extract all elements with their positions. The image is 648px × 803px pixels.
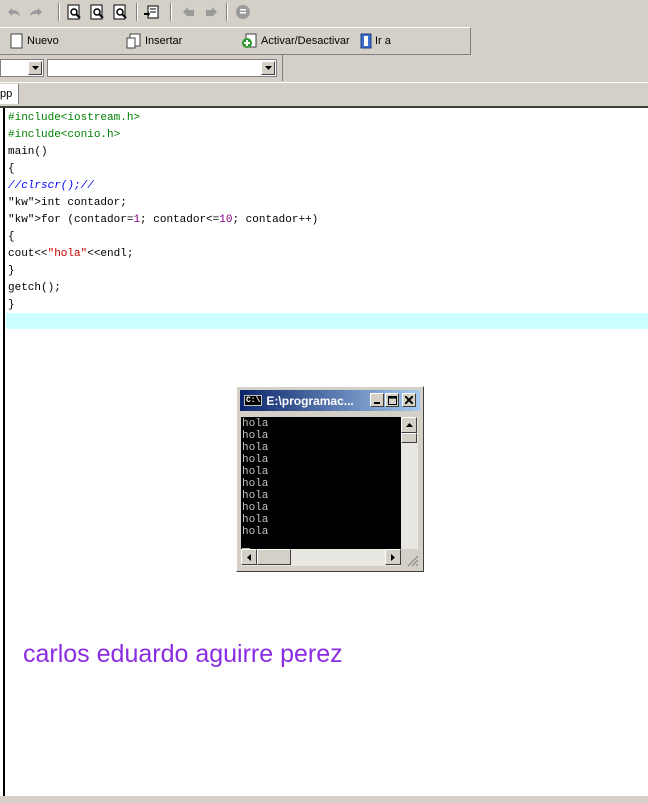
toolbar-separator xyxy=(226,3,228,21)
class-toolbar xyxy=(0,55,283,81)
code-line: "kw">for (contador=1; contador<=10; cont… xyxy=(8,214,319,226)
zoom-in-icon[interactable] xyxy=(87,3,107,21)
toggle-bookmark-icon xyxy=(242,33,257,48)
nuevo-label: Nuevo xyxy=(27,35,59,47)
code-line: } xyxy=(8,299,15,311)
maximize-button[interactable] xyxy=(385,393,399,407)
code-line: } xyxy=(8,265,15,277)
console-output: hola hola hola hola hola hola hola hola hola hola xyxy=(241,417,401,550)
code-line: #include<conio.h> xyxy=(8,129,121,141)
console-window[interactable]: C:\ E:\programac... hola hola hola hola hola… xyxy=(236,386,424,572)
chevron-down-icon[interactable] xyxy=(261,61,275,75)
ira-button[interactable]: Ir a xyxy=(360,32,391,50)
undo-icon[interactable] xyxy=(4,3,24,21)
code-line: { xyxy=(8,231,15,243)
console-icon: C:\ xyxy=(244,395,263,406)
console-title: E:\programac... xyxy=(266,393,354,408)
minimize-button[interactable] xyxy=(370,393,384,407)
code-text[interactable]: #include<iostream.h> #include<conio.h> m… xyxy=(8,110,318,314)
toolbar-separator xyxy=(136,3,138,21)
forward-icon[interactable] xyxy=(202,3,222,21)
console-line: hola xyxy=(242,526,269,538)
scroll-left-icon[interactable] xyxy=(241,549,257,565)
console-line: hola xyxy=(242,430,269,442)
resize-grip-icon[interactable] xyxy=(407,555,419,567)
console-line: hola xyxy=(242,490,269,502)
member-combo[interactable] xyxy=(47,59,277,77)
code-line: { xyxy=(8,163,15,175)
scroll-up-icon[interactable] xyxy=(401,417,417,433)
code-line: "kw">int contador; xyxy=(8,197,127,209)
scroll-thumb[interactable] xyxy=(257,549,291,565)
close-button[interactable] xyxy=(402,393,416,407)
code-line: getch(); xyxy=(8,282,61,294)
insert-icon xyxy=(126,33,141,49)
console-line: hola xyxy=(242,502,269,514)
step-into-icon[interactable] xyxy=(142,3,162,21)
console-line: hola xyxy=(242,478,269,490)
tab-source-file[interactable]: pp xyxy=(0,84,20,104)
insertar-label: Insertar xyxy=(145,35,183,47)
current-line-highlight xyxy=(6,313,648,329)
horizontal-scrollbar[interactable] xyxy=(241,549,401,566)
activar-desactivar-button[interactable]: Activar/Desactivar xyxy=(242,32,350,50)
chevron-down-icon[interactable] xyxy=(28,61,42,75)
code-line: main() xyxy=(8,146,48,158)
vertical-scrollbar[interactable] xyxy=(401,417,418,549)
console-line: hola xyxy=(242,466,269,478)
activar-label: Activar/Desactivar xyxy=(261,35,350,47)
scroll-thumb[interactable] xyxy=(401,433,417,443)
code-line: cout<<"hola"<<endl; xyxy=(8,248,134,260)
toolbar-separator xyxy=(170,3,172,21)
scroll-right-icon[interactable] xyxy=(385,549,401,565)
class-combo[interactable] xyxy=(0,59,44,77)
zoom-out-icon[interactable] xyxy=(110,3,130,21)
zoom-page-icon[interactable] xyxy=(64,3,84,21)
redo-icon[interactable] xyxy=(26,3,46,21)
console-title-bar[interactable]: C:\ E:\programac... xyxy=(240,390,420,411)
console-line: hola xyxy=(242,418,269,430)
author-signature: carlos eduardo aguirre perez xyxy=(23,640,343,668)
main-toolbar xyxy=(0,0,270,24)
nuevo-button[interactable]: Nuevo xyxy=(10,32,59,50)
ira-label: Ir a xyxy=(375,35,391,47)
file-tabs: pp xyxy=(0,82,648,107)
editor-gutter xyxy=(0,108,5,796)
code-editor[interactable]: #include<iostream.h> #include<conio.h> m… xyxy=(0,106,648,796)
console-line: hola xyxy=(242,454,269,466)
code-line: #include<iostream.h> xyxy=(8,112,141,124)
bookmark-toolbar: Nuevo Insertar Activar/Desactivar Ir a xyxy=(0,27,471,55)
back-icon[interactable] xyxy=(178,3,198,21)
console-line: hola xyxy=(242,442,269,454)
properties-icon[interactable] xyxy=(233,3,253,21)
toolbar-separator xyxy=(58,3,60,21)
code-line: //clrscr();// xyxy=(8,180,94,192)
insertar-button[interactable]: Insertar xyxy=(126,32,182,50)
tab-label: pp xyxy=(0,88,13,100)
console-line: hola xyxy=(242,514,269,526)
goto-bookmark-icon xyxy=(360,33,372,49)
new-file-icon xyxy=(10,33,23,49)
